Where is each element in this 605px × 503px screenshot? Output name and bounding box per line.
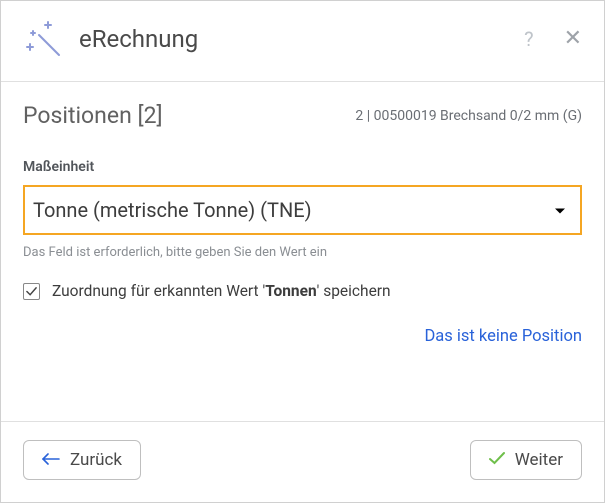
save-mapping-label-post: ' speichern [317, 282, 391, 300]
dialog-footer: Zurück Weiter [1, 440, 604, 502]
dialog-header: eRechnung ? ✕ [1, 1, 604, 81]
footer-divider [1, 421, 604, 422]
check-icon [489, 450, 505, 470]
field-label-unit: Maßeinheit [23, 159, 582, 175]
next-button-label: Weiter [515, 450, 563, 470]
subheader: Positionen [2] 2 | 00500019 Brechsand 0/… [1, 82, 604, 129]
section-title: Positionen [2] [23, 102, 163, 129]
save-mapping-label-pre: Zuordnung für erkannten Wert ' [52, 282, 265, 300]
link-row: Das ist keine Position [23, 326, 582, 346]
save-mapping-label-bold: Tonnen [265, 282, 316, 300]
unit-select-value[interactable]: Tonne (metrische Tonne) (TNE) [23, 185, 582, 235]
not-position-link[interactable]: Das ist keine Position [424, 327, 582, 346]
position-info: 2 | 00500019 Brechsand 0/2 mm (G) [355, 108, 582, 124]
save-mapping-row: Zuordnung für erkannten Wert 'Tonnen' sp… [23, 282, 582, 300]
next-button[interactable]: Weiter [470, 440, 582, 480]
wand-icon [23, 19, 63, 59]
help-icon[interactable]: ? [524, 27, 533, 51]
close-icon[interactable]: ✕ [564, 28, 582, 50]
dialog-title: eRechnung [79, 25, 508, 53]
arrow-left-icon [42, 450, 60, 470]
save-mapping-label: Zuordnung für erkannten Wert 'Tonnen' sp… [52, 282, 391, 300]
back-button[interactable]: Zurück [23, 440, 141, 480]
unit-select[interactable]: Tonne (metrische Tonne) (TNE) [23, 185, 582, 235]
form-area: Maßeinheit Tonne (metrische Tonne) (TNE)… [1, 129, 604, 421]
back-button-label: Zurück [70, 450, 122, 470]
dialog-erechnung: eRechnung ? ✕ Positionen [2] 2 | 0050001… [0, 0, 605, 503]
save-mapping-checkbox[interactable] [23, 283, 40, 300]
field-help-text: Das Feld ist erforderlich, bitte geben S… [23, 245, 582, 260]
